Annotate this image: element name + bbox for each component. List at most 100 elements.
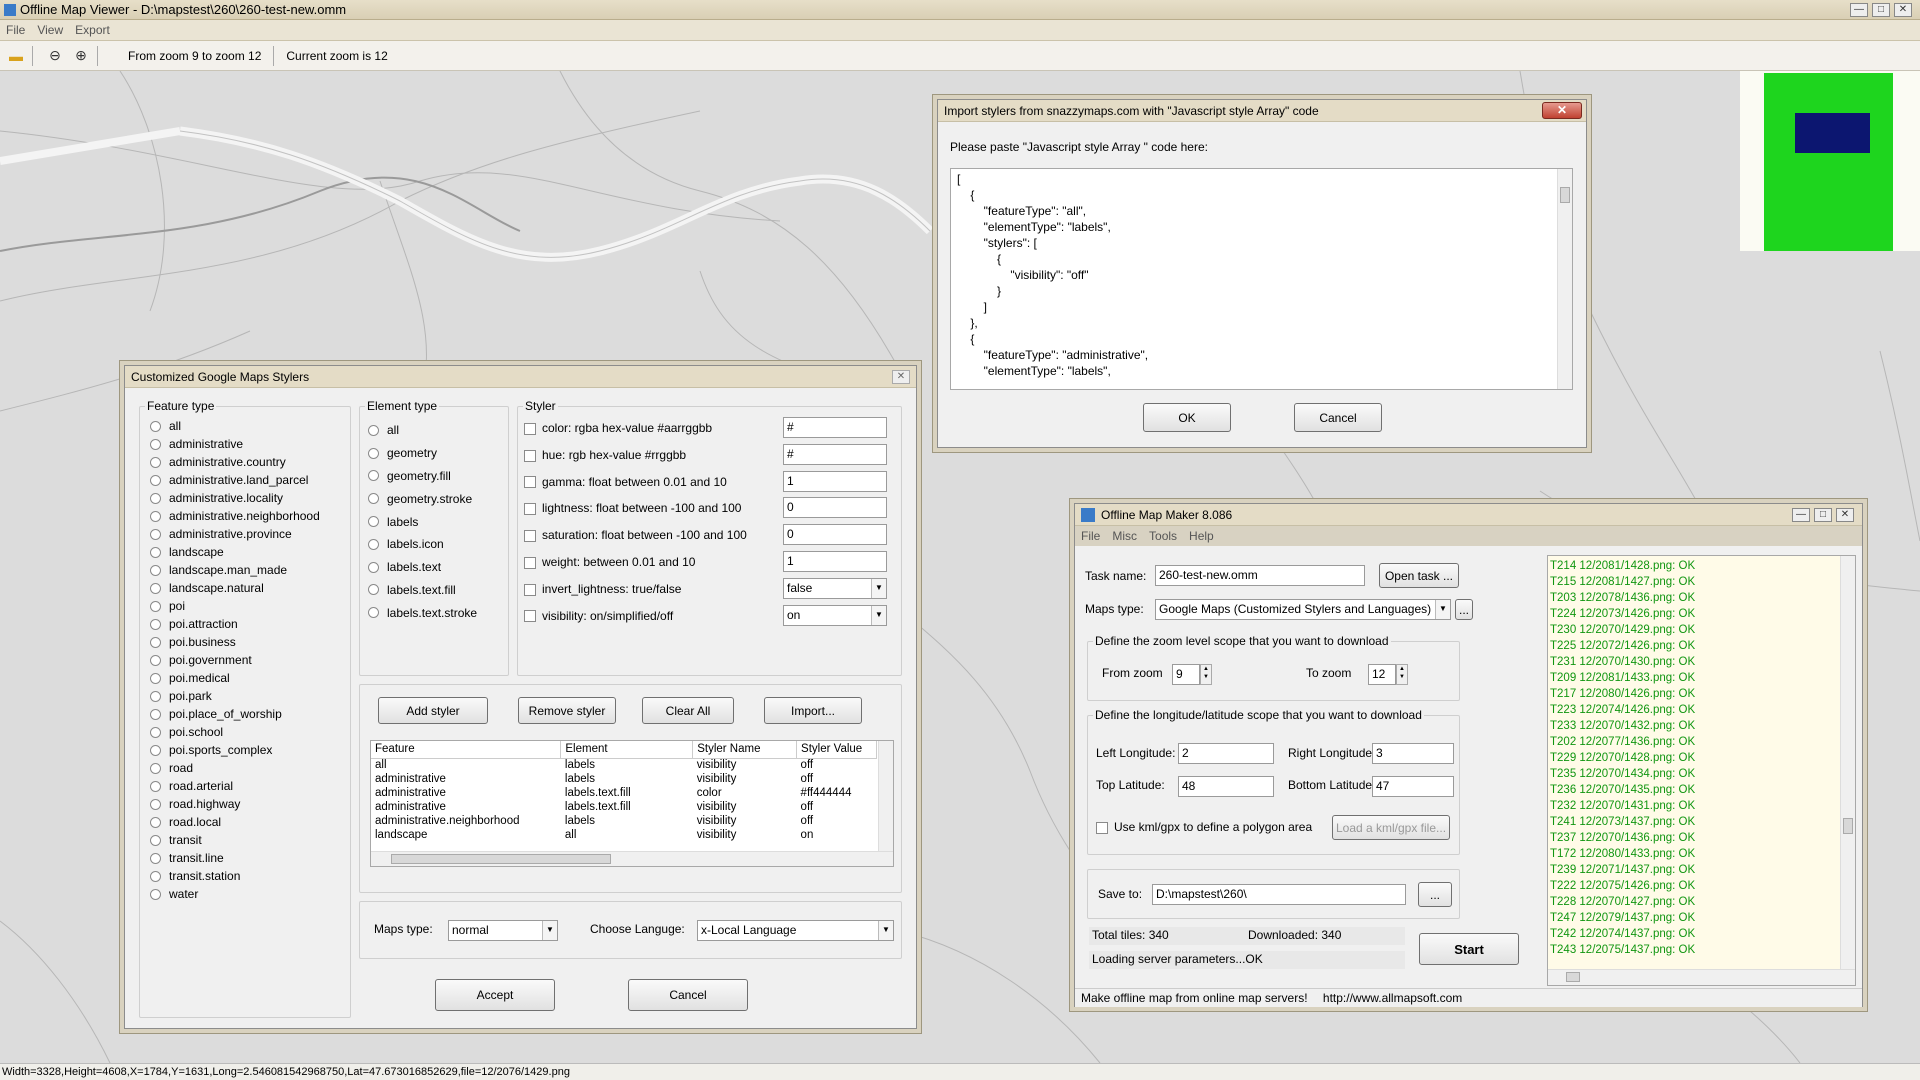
radio-button[interactable] bbox=[150, 690, 161, 702]
radio-button[interactable] bbox=[150, 654, 161, 666]
footer-link[interactable]: http://www.allmapsoft.com bbox=[1323, 991, 1462, 1005]
radio-button[interactable] bbox=[150, 600, 161, 612]
radio-button[interactable] bbox=[150, 708, 161, 720]
log-vscroll[interactable] bbox=[1840, 556, 1855, 970]
top-latitude-input[interactable]: 48 bbox=[1178, 776, 1274, 797]
feature-type-option[interactable]: administrative.land_parcel bbox=[150, 471, 320, 489]
feature-type-option[interactable]: road.local bbox=[150, 813, 320, 831]
kml-checkbox-box[interactable] bbox=[1096, 821, 1108, 834]
feature-type-option[interactable]: administrative.province bbox=[150, 525, 320, 543]
kml-checkbox[interactable]: Use kml/gpx to define a polygon area bbox=[1096, 820, 1312, 834]
menu-help[interactable]: Help bbox=[1189, 529, 1214, 543]
element-type-option[interactable]: labels.text.stroke bbox=[368, 601, 477, 624]
table-vscroll[interactable] bbox=[878, 741, 893, 851]
radio-button[interactable] bbox=[150, 726, 161, 738]
feature-type-option[interactable]: poi.sports_complex bbox=[150, 741, 320, 759]
element-type-option[interactable]: all bbox=[368, 419, 477, 442]
radio-button[interactable] bbox=[150, 420, 161, 432]
element-type-option[interactable]: labels.text bbox=[368, 556, 477, 579]
feature-type-option[interactable]: poi.medical bbox=[150, 669, 320, 687]
open-task-button[interactable]: Open task ... bbox=[1379, 563, 1459, 588]
styler-value-input[interactable]: 0 bbox=[783, 524, 887, 546]
table-row[interactable]: administrative labels.text.fill visibility… bbox=[371, 800, 877, 814]
log-hscroll[interactable] bbox=[1548, 969, 1855, 985]
feature-type-option[interactable]: poi.school bbox=[150, 723, 320, 741]
radio-button[interactable] bbox=[150, 816, 161, 828]
radio-button[interactable] bbox=[368, 607, 379, 619]
accept-button[interactable]: Accept bbox=[435, 979, 555, 1011]
element-type-option[interactable]: geometry.stroke bbox=[368, 487, 477, 510]
column-header[interactable]: Element bbox=[560, 741, 694, 759]
stylers-table[interactable]: Feature Element Styler Name Styler Value al… bbox=[370, 740, 894, 867]
radio-button[interactable] bbox=[150, 456, 161, 468]
table-hscroll[interactable] bbox=[371, 851, 893, 866]
checkbox-box[interactable] bbox=[524, 530, 536, 543]
close-button[interactable]: ✕ bbox=[1894, 2, 1912, 17]
styler-value-select[interactable]: false ▼ bbox=[783, 577, 887, 599]
feature-type-option[interactable]: transit.station bbox=[150, 867, 320, 885]
column-header[interactable]: Styler Name bbox=[692, 741, 798, 759]
clear-all-button[interactable]: Clear All bbox=[642, 697, 734, 724]
radio-button[interactable] bbox=[150, 474, 161, 486]
zoom-out-icon[interactable]: ⊖ bbox=[45, 46, 65, 66]
radio-button[interactable] bbox=[150, 834, 161, 846]
close-button[interactable]: ✕ bbox=[1836, 507, 1854, 522]
table-row[interactable]: administrative labels visibility off bbox=[371, 772, 877, 786]
radio-button[interactable] bbox=[150, 852, 161, 864]
radio-button[interactable] bbox=[368, 424, 379, 436]
feature-type-option[interactable]: landscape.man_made bbox=[150, 561, 320, 579]
overview-viewport-rect[interactable] bbox=[1795, 113, 1870, 153]
styler-checkbox[interactable]: weight: between 0.01 and 10 bbox=[524, 555, 695, 569]
styler-checkbox[interactable]: hue: rgb hex-value #rrggbb bbox=[524, 448, 686, 462]
import-button[interactable]: Import... bbox=[764, 697, 862, 724]
styler-value-input[interactable]: 1 bbox=[783, 470, 887, 492]
feature-type-option[interactable]: water bbox=[150, 885, 320, 903]
right-longitude-input[interactable]: 3 bbox=[1372, 743, 1454, 764]
element-type-option[interactable]: labels.text.fill bbox=[368, 579, 477, 602]
feature-type-option[interactable]: landscape.natural bbox=[150, 579, 320, 597]
load-kml-button[interactable]: Load a kml/gpx file... bbox=[1332, 815, 1450, 840]
column-header[interactable]: Styler Value bbox=[796, 741, 877, 759]
feature-type-option[interactable]: transit bbox=[150, 831, 320, 849]
element-type-option[interactable]: geometry bbox=[368, 442, 477, 465]
close-icon[interactable]: ✕ bbox=[1542, 102, 1582, 119]
styler-value-select[interactable]: on ▼ bbox=[783, 604, 887, 626]
radio-button[interactable] bbox=[150, 618, 161, 630]
menu-view[interactable]: View bbox=[37, 23, 63, 37]
menu-tools[interactable]: Tools bbox=[1149, 529, 1177, 543]
table-row[interactable]: administrative.neighborhood labels visibil… bbox=[371, 814, 877, 828]
element-type-option[interactable]: labels bbox=[368, 510, 477, 533]
zoom-in-icon[interactable]: ⊕ bbox=[71, 46, 91, 66]
minimize-button[interactable]: — bbox=[1792, 507, 1810, 522]
browse-folder-button[interactable]: ... bbox=[1418, 882, 1452, 907]
radio-button[interactable] bbox=[150, 636, 161, 648]
table-row[interactable]: all labels visibility off bbox=[371, 758, 877, 772]
feature-type-option[interactable]: administrative.neighborhood bbox=[150, 507, 320, 525]
radio-button[interactable] bbox=[368, 538, 379, 550]
radio-button[interactable] bbox=[150, 438, 161, 450]
code-scrollbar[interactable] bbox=[1557, 169, 1572, 389]
feature-type-option[interactable]: administrative.locality bbox=[150, 489, 320, 507]
cancel-button[interactable]: Cancel bbox=[1294, 403, 1382, 432]
radio-button[interactable] bbox=[150, 798, 161, 810]
remove-styler-button[interactable]: Remove styler bbox=[518, 697, 616, 724]
radio-button[interactable] bbox=[150, 546, 161, 558]
bottom-latitude-input[interactable]: 47 bbox=[1372, 776, 1454, 797]
styler-value-input[interactable]: 0 bbox=[783, 497, 887, 519]
styler-value-input[interactable]: # bbox=[783, 417, 887, 438]
menu-file[interactable]: File bbox=[6, 23, 25, 37]
checkbox-box[interactable] bbox=[524, 556, 536, 569]
feature-type-option[interactable]: road bbox=[150, 759, 320, 777]
feature-type-option[interactable]: poi.business bbox=[150, 633, 320, 651]
download-log[interactable]: T214 12/2081/1428.png: OK T215 12/2081/14… bbox=[1547, 555, 1856, 986]
feature-type-option[interactable]: poi.park bbox=[150, 687, 320, 705]
column-header[interactable]: Feature bbox=[371, 741, 562, 759]
maps-type-select[interactable]: Google Maps (Customized Stylers and Lang… bbox=[1155, 599, 1451, 620]
element-type-option[interactable]: geometry.fill bbox=[368, 465, 477, 488]
feature-type-option[interactable]: poi bbox=[150, 597, 320, 615]
menu-misc[interactable]: Misc bbox=[1112, 529, 1137, 543]
maps-type-select[interactable]: normal ▼ bbox=[448, 920, 558, 941]
feature-type-option[interactable]: transit.line bbox=[150, 849, 320, 867]
feature-type-option[interactable]: administrative bbox=[150, 435, 320, 453]
checkbox-box[interactable] bbox=[524, 449, 536, 462]
